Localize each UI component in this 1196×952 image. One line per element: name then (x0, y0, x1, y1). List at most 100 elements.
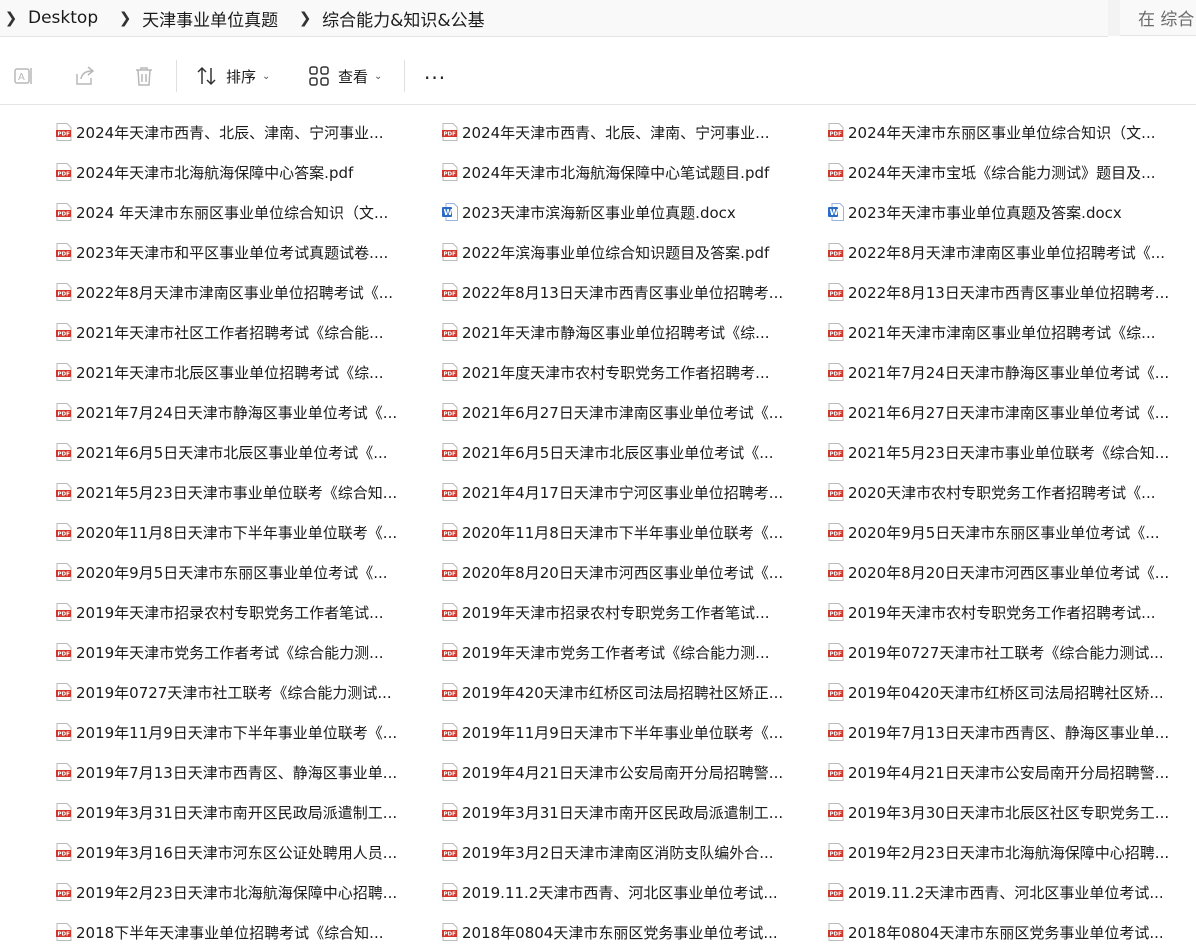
file-item[interactable]: PDF 2019年4月21日天津市公安局南开分局招聘警... (828, 752, 1169, 792)
file-item[interactable]: PDF 2021年6月27日天津市津南区事业单位考试《... (828, 392, 1169, 432)
file-name: 2019年2月23日天津市北海航海保障中心招聘... (76, 883, 398, 902)
file-item[interactable]: PDF 2024年天津市西青、北辰、津南、宁河事业... (442, 112, 769, 152)
file-item[interactable]: PDF 2019年2月23日天津市北海航海保障中心招聘... (828, 832, 1169, 872)
svg-text:A: A (18, 72, 25, 83)
file-item[interactable]: PDF 2019年7月13日天津市西青区、静海区事业单... (828, 712, 1169, 752)
file-item[interactable]: PDF 2024年天津市东丽区事业单位综合知识（文... (828, 112, 1155, 152)
file-item[interactable]: PDF 2020年11月8日天津市下半年事业单位联考《... (442, 512, 783, 552)
file-item[interactable]: PDF 2020天津市农村专职党务工作者招聘考试《... (828, 472, 1155, 512)
file-item[interactable]: PDF 2019年7月13日天津市西青区、静海区事业单... (56, 752, 397, 792)
pdf-file-icon: PDF (828, 403, 844, 421)
file-item[interactable]: PDF 2020年9月5日天津市东丽区事业单位考试《... (828, 512, 1160, 552)
pdf-file-icon: PDF (56, 123, 72, 141)
file-item[interactable]: PDF 2019年3月2日天津市津南区消防支队编外合... (442, 832, 774, 872)
pdf-file-icon: PDF (56, 203, 72, 221)
file-item[interactable]: PDF 2021年天津市社区工作者招聘考试《综合能... (56, 312, 383, 352)
file-name: 2024年天津市西青、北辰、津南、宁河事业... (76, 123, 384, 142)
file-item[interactable]: PDF 2019年4月21日天津市公安局南开分局招聘警... (442, 752, 783, 792)
file-item[interactable]: PDF 2021年7月24日天津市静海区事业单位考试《... (828, 352, 1169, 392)
chevron-right-icon[interactable]: ❯ (4, 9, 18, 27)
file-item[interactable]: PDF 2022年8月天津市津南区事业单位招聘考试《... (56, 272, 393, 312)
svg-text:PDF: PDF (444, 332, 457, 338)
file-item[interactable]: PDF 2019年420天津市红桥区司法局招聘社区矫正... (442, 672, 783, 712)
pdf-file-icon: PDF (56, 323, 72, 341)
file-name: 2019年天津市招录农村专职党务工作者笔试... (462, 603, 770, 622)
svg-text:PDF: PDF (830, 492, 843, 498)
file-item[interactable]: PDF 2021年4月17日天津市宁河区事业单位招聘考... (442, 472, 783, 512)
file-item[interactable]: PDF 2021年度天津市农村专职党务工作者招聘考... (442, 352, 769, 392)
file-item[interactable]: PDF 2019年3月16日天津市河东区公证处聘用人员... (56, 832, 397, 872)
file-item[interactable]: PDF 2019年0727天津市社工联考《综合能力测试... (828, 632, 1164, 672)
chevron-right-icon[interactable]: ❯ (118, 9, 132, 27)
pdf-file-icon: PDF (828, 643, 844, 661)
file-item[interactable]: PDF 2021年天津市北辰区事业单位招聘考试《综... (56, 352, 383, 392)
pdf-file-icon: PDF (56, 763, 72, 781)
file-item[interactable]: PDF 2019年天津市招录农村专职党务工作者笔试... (56, 592, 383, 632)
file-item[interactable]: PDF 2021年6月5日天津市北辰区事业单位考试《... (56, 432, 388, 472)
file-name: 2021年度天津市农村专职党务工作者招聘考... (462, 363, 770, 382)
view-button[interactable]: 查看 ⌄ (308, 60, 382, 92)
file-item[interactable]: PDF 2020年8月20日天津市河西区事业单位考试《... (828, 552, 1169, 592)
file-item[interactable]: PDF 2021年天津市津南区事业单位招聘考试《综... (828, 312, 1155, 352)
breadcrumb-item-current[interactable]: 综合能力&知识&公基 (322, 6, 485, 31)
file-item[interactable]: PDF 2019年天津市党务工作者考试《综合能力测... (56, 632, 383, 672)
file-item[interactable]: PDF 2021年5月23日天津市事业单位联考《综合知... (56, 472, 397, 512)
file-item[interactable]: PDF 2021年6月27日天津市津南区事业单位考试《... (442, 392, 783, 432)
breadcrumb-item-desktop[interactable]: Desktop (28, 8, 98, 28)
file-item[interactable]: PDF 2024年天津市北海航海保障中心答案.pdf (56, 152, 353, 192)
share-icon[interactable] (73, 64, 97, 88)
file-item[interactable]: PDF 2020年9月5日天津市东丽区事业单位考试《... (56, 552, 388, 592)
file-item[interactable]: PDF 2019年2月23日天津市北海航海保障中心招聘... (56, 872, 397, 912)
file-item[interactable]: PDF 2019年3月30日天津市北辰区社区专职党务工... (828, 792, 1169, 832)
file-name: 2021年天津市北辰区事业单位招聘考试《综... (76, 363, 384, 382)
file-item[interactable]: PDF 2019年天津市党务工作者考试《综合能力测... (442, 632, 769, 672)
file-item[interactable]: PDF 2019年11月9日天津市下半年事业单位联考《... (56, 712, 397, 752)
rename-icon[interactable]: A (12, 64, 36, 88)
chevron-right-icon[interactable]: ❯ (298, 9, 312, 27)
svg-text:PDF: PDF (58, 372, 71, 378)
pdf-file-icon: PDF (828, 283, 844, 301)
file-item[interactable]: PDF 2024 年天津市东丽区事业单位综合知识（文... (56, 192, 388, 232)
pdf-file-icon: PDF (442, 243, 458, 261)
more-options-button[interactable]: ··· (424, 66, 446, 90)
file-item[interactable]: PDF 2019.11.2天津市西青、河北区事业单位考试... (828, 872, 1164, 912)
file-item[interactable]: PDF 2019年天津市招录农村专职党务工作者笔试... (442, 592, 769, 632)
file-item[interactable]: PDF 2018年0804天津市东丽区党务事业单位考试... (442, 912, 778, 952)
pdf-file-icon: PDF (56, 443, 72, 461)
delete-icon[interactable] (132, 64, 156, 88)
file-item[interactable]: PDF 2019年0420天津市红桥区司法局招聘社区矫... (828, 672, 1164, 712)
file-item[interactable]: PDF 2022年滨海事业单位综合知识题目及答案.pdf (442, 232, 769, 272)
file-item[interactable]: PDF 2019年3月31日天津市南开区民政局派遣制工... (56, 792, 397, 832)
file-item[interactable]: PDF 2024年天津市北海航海保障中心笔试题目.pdf (442, 152, 769, 192)
breadcrumb[interactable]: ❯ Desktop ❯ 天津事业单位真题 ❯ 综合能力&知识&公基 (0, 0, 1108, 37)
file-item[interactable]: PDF 2020年11月8日天津市下半年事业单位联考《... (56, 512, 397, 552)
file-item[interactable]: PDF 2022年8月13日天津市西青区事业单位招聘考... (442, 272, 783, 312)
file-item[interactable]: PDF 2019年3月31日天津市南开区民政局派遣制工... (442, 792, 783, 832)
file-item[interactable]: W 2023年天津市事业单位真题及答案.docx (828, 192, 1122, 232)
file-item[interactable]: PDF 2020年8月20日天津市河西区事业单位考试《... (442, 552, 783, 592)
file-item[interactable]: PDF 2018下半年天津事业单位招聘考试《综合知... (56, 912, 383, 952)
file-item[interactable]: PDF 2019年11月9日天津市下半年事业单位联考《... (442, 712, 783, 752)
file-item[interactable]: PDF 2023年天津市和平区事业单位考试真题试卷.... (56, 232, 388, 272)
file-item[interactable]: PDF 2021年5月23日天津市事业单位联考《综合知... (828, 432, 1169, 472)
file-item[interactable]: W 2023天津市滨海新区事业单位真题.docx (442, 192, 736, 232)
svg-text:PDF: PDF (830, 572, 843, 578)
file-name: 2019年11月9日天津市下半年事业单位联考《... (462, 723, 784, 742)
file-item[interactable]: PDF 2019年天津市农村专职党务工作者招聘考试... (828, 592, 1155, 632)
file-item[interactable]: PDF 2019.11.2天津市西青、河北区事业单位考试... (442, 872, 778, 912)
svg-text:PDF: PDF (58, 892, 71, 898)
file-item[interactable]: PDF 2021年天津市静海区事业单位招聘考试《综... (442, 312, 769, 352)
sort-button[interactable]: 排序 ⌄ (196, 60, 270, 92)
file-item[interactable]: PDF 2022年8月13日天津市西青区事业单位招聘考... (828, 272, 1169, 312)
file-item[interactable]: PDF 2018年0804天津市东丽区党务事业单位考试... (828, 912, 1164, 952)
svg-text:PDF: PDF (58, 932, 71, 938)
search-input[interactable]: 在 综合 (1120, 0, 1196, 36)
file-item[interactable]: PDF 2021年6月5日天津市北辰区事业单位考试《... (442, 432, 774, 472)
file-item[interactable]: PDF 2019年0727天津市社工联考《综合能力测试... (56, 672, 392, 712)
file-item[interactable]: PDF 2024年天津市西青、北辰、津南、宁河事业... (56, 112, 383, 152)
file-item[interactable]: PDF 2022年8月天津市津南区事业单位招聘考试《... (828, 232, 1165, 272)
breadcrumb-item-folder[interactable]: 天津事业单位真题 (142, 6, 278, 31)
file-item[interactable]: PDF 2024年天津市宝坻《综合能力测试》题目及... (828, 152, 1155, 192)
file-item[interactable]: PDF 2021年7月24日天津市静海区事业单位考试《... (56, 392, 397, 432)
grid-view-icon (309, 66, 329, 86)
